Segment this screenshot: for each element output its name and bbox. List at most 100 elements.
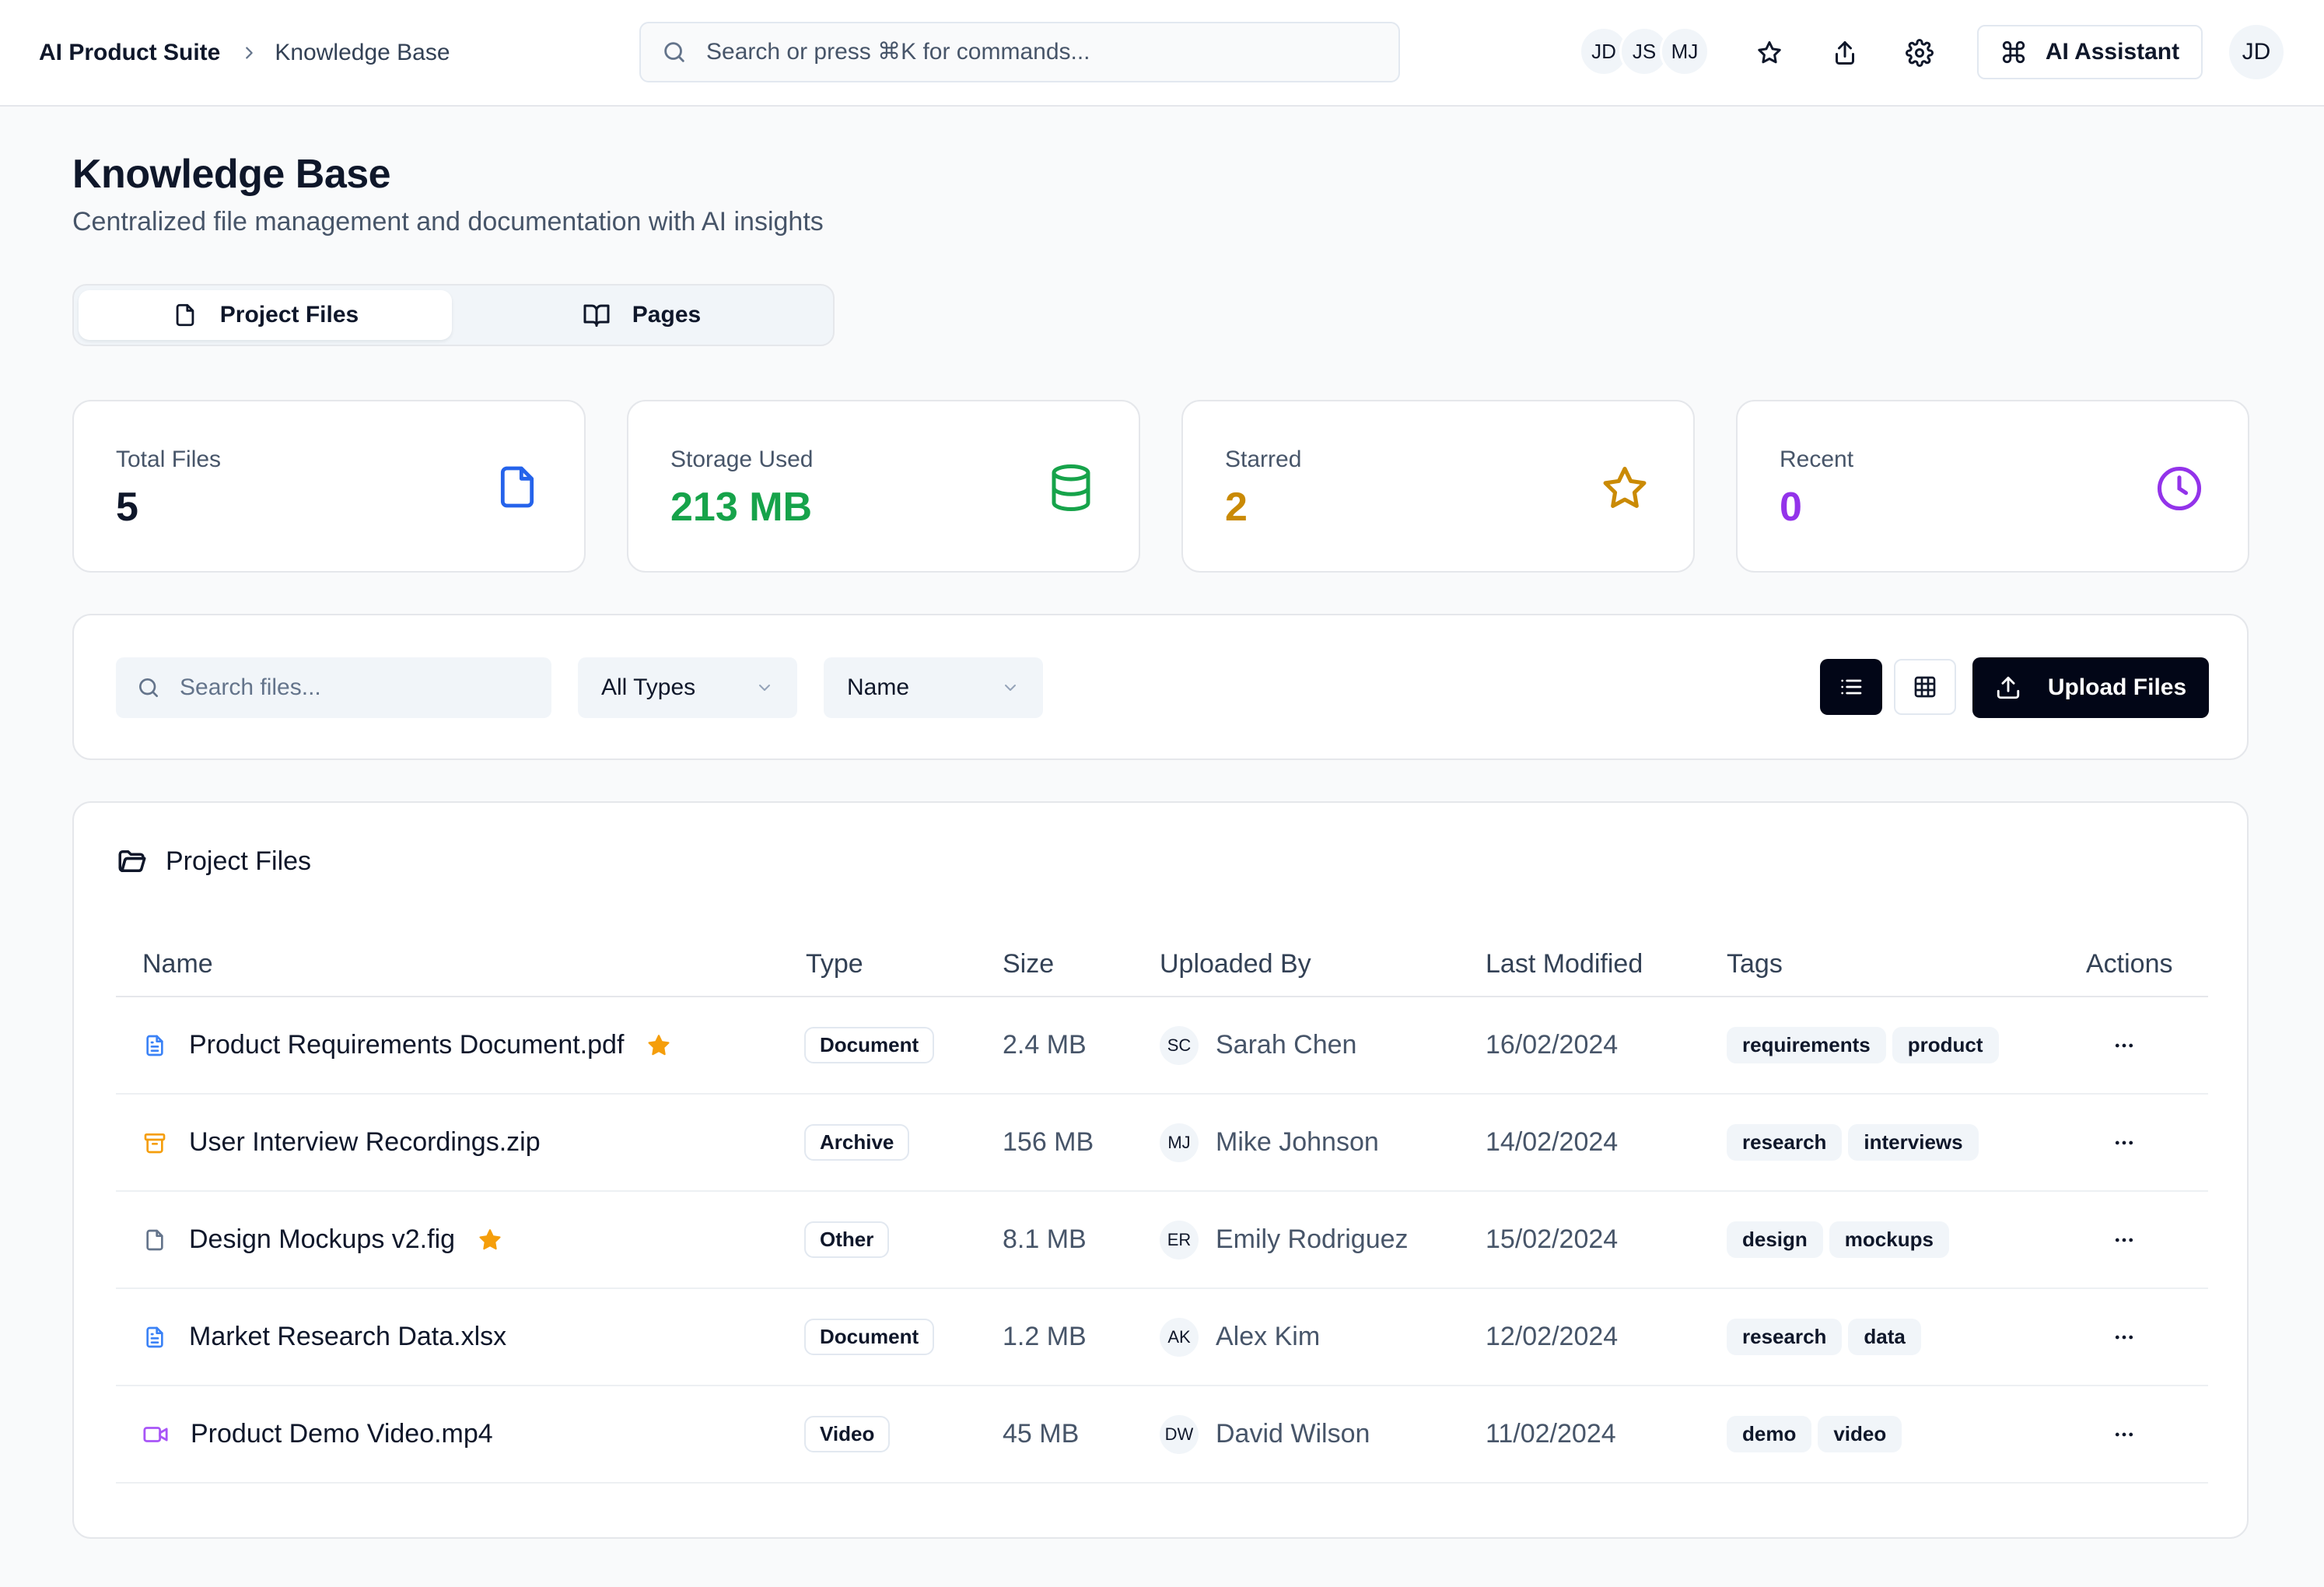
file-size: 2.4 MB bbox=[1003, 1030, 1087, 1060]
tag: interviews bbox=[1848, 1124, 1979, 1161]
tag: data bbox=[1848, 1319, 1921, 1355]
breadcrumb-root[interactable]: AI Product Suite bbox=[39, 40, 220, 66]
column-header-actions: Actions bbox=[2086, 949, 2173, 979]
files-panel: Project Files Name Type Size Uploaded By… bbox=[72, 801, 2249, 1539]
column-header-tags: Tags bbox=[1727, 949, 1783, 979]
table-row[interactable]: User Interview Recordings.zip Archive 15… bbox=[116, 1095, 2208, 1192]
star-icon bbox=[1598, 462, 1651, 515]
share-button[interactable] bbox=[1820, 28, 1870, 78]
file-size: 1.2 MB bbox=[1003, 1322, 1087, 1351]
list-view-button[interactable] bbox=[1820, 659, 1882, 715]
type-filter-value: All Types bbox=[601, 674, 696, 700]
stat-card-storage-used: Storage Used 213 MB bbox=[627, 400, 1140, 573]
panel-title: Project Files bbox=[116, 845, 311, 878]
tag: product bbox=[1892, 1027, 1999, 1063]
file-search-input[interactable] bbox=[180, 674, 537, 701]
column-header-uploaded-by[interactable]: Uploaded By bbox=[1160, 949, 1311, 979]
uploader-name: Mike Johnson bbox=[1216, 1127, 1379, 1157]
more-actions-button[interactable] bbox=[2105, 1416, 2143, 1453]
more-actions-button[interactable] bbox=[2105, 1124, 2143, 1161]
uploader-name: Sarah Chen bbox=[1216, 1030, 1357, 1060]
list-icon bbox=[1839, 674, 1864, 699]
grid-view-button[interactable] bbox=[1894, 659, 1956, 715]
name-cell: Product Demo Video.mp4 bbox=[142, 1386, 493, 1482]
sort-value: Name bbox=[847, 674, 910, 700]
tag: research bbox=[1727, 1124, 1843, 1161]
tag: research bbox=[1727, 1319, 1843, 1355]
stat-value: 213 MB bbox=[670, 485, 813, 530]
uploader-avatar: AK bbox=[1160, 1317, 1199, 1357]
gear-icon bbox=[1906, 39, 1934, 67]
file-size: 45 MB bbox=[1003, 1419, 1080, 1449]
breadcrumb-current: Knowledge Base bbox=[275, 40, 450, 65]
more-actions-button[interactable] bbox=[2105, 1319, 2143, 1356]
upload-icon bbox=[1995, 674, 2021, 701]
tab-label: Project Files bbox=[219, 302, 359, 328]
table-header: Name Type Size Uploaded By Last Modified… bbox=[116, 924, 2208, 997]
name-cell: User Interview Recordings.zip bbox=[142, 1095, 541, 1190]
sort-select[interactable]: Name bbox=[824, 657, 1043, 718]
user-avatar[interactable]: JD bbox=[2229, 25, 2284, 79]
column-header-type[interactable]: Type bbox=[806, 949, 863, 979]
search-icon bbox=[136, 675, 161, 700]
file-icon bbox=[492, 462, 542, 512]
file-name[interactable]: User Interview Recordings.zip bbox=[189, 1127, 541, 1158]
column-header-name[interactable]: Name bbox=[142, 949, 213, 979]
stat-value: 5 bbox=[116, 485, 138, 530]
modified-date: 12/02/2024 bbox=[1486, 1322, 1619, 1351]
tab-project-files[interactable]: Project Files bbox=[79, 290, 452, 340]
modified-date: 15/02/2024 bbox=[1486, 1224, 1619, 1254]
file-size: 156 MB bbox=[1003, 1127, 1094, 1157]
file-search[interactable] bbox=[116, 657, 551, 718]
favorite-button[interactable] bbox=[1745, 28, 1794, 78]
type-filter-select[interactable]: All Types bbox=[578, 657, 797, 718]
table-row[interactable]: Product Demo Video.mp4 Video 45 MB DW Da… bbox=[116, 1386, 2208, 1484]
grid-icon bbox=[1913, 674, 1937, 699]
tag: demo bbox=[1727, 1416, 1812, 1452]
tag: requirements bbox=[1727, 1027, 1886, 1063]
table-row[interactable]: Product Requirements Document.pdf Docume… bbox=[116, 997, 2208, 1095]
share-icon bbox=[1831, 39, 1859, 67]
uploader-avatar: ER bbox=[1160, 1220, 1199, 1259]
type-badge: Video bbox=[804, 1416, 891, 1452]
settings-button[interactable] bbox=[1895, 28, 1944, 78]
type-badge: Document bbox=[804, 1319, 935, 1355]
more-horizontal-icon bbox=[2112, 1131, 2136, 1154]
table-row[interactable]: Market Research Data.xlsx Document 1.2 M… bbox=[116, 1289, 2208, 1386]
clock-icon bbox=[2153, 462, 2206, 515]
view-tabs: Project Files Pages bbox=[72, 284, 835, 346]
avatar[interactable]: MJ bbox=[1660, 26, 1710, 76]
ai-assistant-button[interactable]: AI Assistant bbox=[1977, 25, 2203, 79]
document-icon bbox=[142, 1325, 167, 1350]
star-filled-icon[interactable] bbox=[646, 1032, 672, 1059]
top-bar: AI Product Suite Knowledge Base JD JS MJ bbox=[0, 0, 2324, 107]
star-filled-icon[interactable] bbox=[477, 1227, 503, 1253]
stat-label: Total Files bbox=[116, 447, 222, 472]
table-row[interactable]: Design Mockups v2.fig Other 8.1 MB ER Em… bbox=[116, 1192, 2208, 1289]
tab-label: Pages bbox=[632, 302, 702, 328]
column-header-size[interactable]: Size bbox=[1003, 949, 1054, 979]
uploader-name: Emily Rodriguez bbox=[1216, 1224, 1409, 1254]
column-header-last-modified[interactable]: Last Modified bbox=[1486, 949, 1643, 979]
command-search[interactable] bbox=[639, 22, 1400, 82]
upload-files-button[interactable]: Upload Files bbox=[1972, 657, 2209, 718]
more-actions-button[interactable] bbox=[2105, 1027, 2143, 1064]
file-name[interactable]: Product Demo Video.mp4 bbox=[191, 1419, 493, 1449]
file-icon bbox=[142, 1228, 167, 1252]
command-search-input[interactable] bbox=[706, 39, 1375, 65]
page-subtitle: Centralized file management and document… bbox=[72, 207, 824, 236]
stat-value: 2 bbox=[1225, 485, 1248, 530]
file-name[interactable]: Design Mockups v2.fig bbox=[189, 1224, 455, 1255]
tab-pages[interactable]: Pages bbox=[455, 290, 828, 340]
folder-open-icon bbox=[116, 845, 149, 878]
upload-label: Upload Files bbox=[2047, 674, 2187, 700]
collaborator-avatars: JD JS MJ bbox=[1579, 26, 1710, 76]
file-name[interactable]: Product Requirements Document.pdf bbox=[189, 1030, 624, 1060]
stat-card-starred: Starred 2 bbox=[1181, 400, 1695, 573]
page-title: Knowledge Base bbox=[72, 152, 391, 197]
file-icon bbox=[172, 302, 198, 328]
more-horizontal-icon bbox=[2112, 1228, 2136, 1252]
document-icon bbox=[142, 1033, 167, 1058]
file-name[interactable]: Market Research Data.xlsx bbox=[189, 1322, 506, 1352]
more-actions-button[interactable] bbox=[2105, 1221, 2143, 1259]
